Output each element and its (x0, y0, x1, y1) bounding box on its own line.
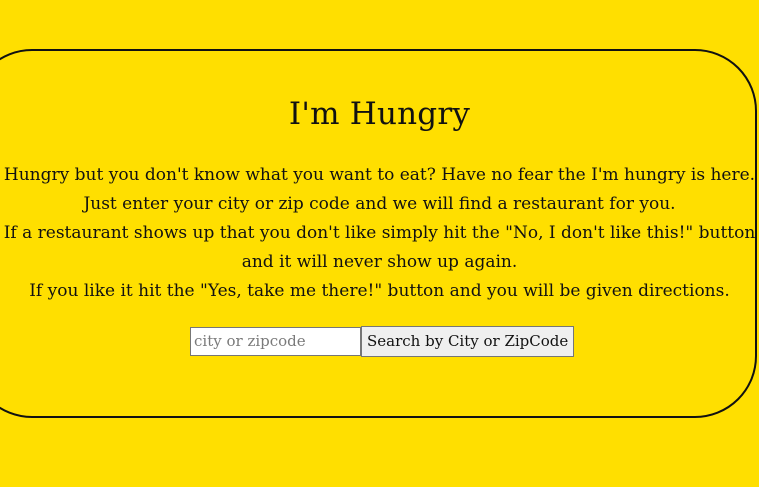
description-line: and it will never show up again. (241, 252, 518, 272)
description-line: If you like it hit the "Yes, take me the… (29, 281, 730, 301)
description-line: If a restaurant shows up that you don't … (3, 223, 756, 243)
search-form: Search by City or ZipCode (190, 325, 575, 357)
description-line: Just enter your city or zip code and we … (83, 194, 676, 214)
search-button[interactable]: Search by City or ZipCode (361, 325, 575, 357)
description-line: Hungry but you don't know what you want … (3, 165, 756, 185)
search-input[interactable] (190, 326, 361, 356)
page-title: I'm Hungry (288, 96, 471, 132)
description: Hungry but you don't know what you want … (0, 161, 759, 306)
